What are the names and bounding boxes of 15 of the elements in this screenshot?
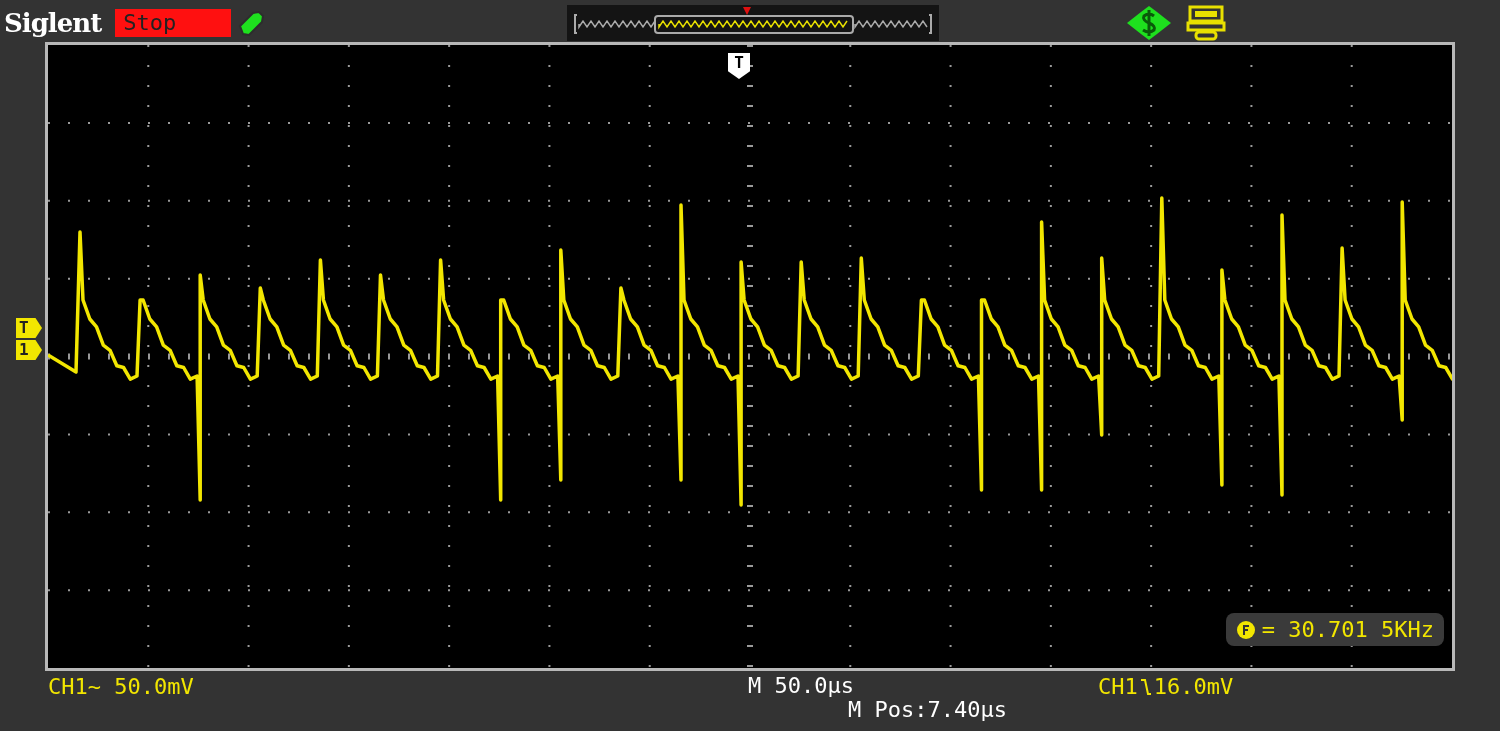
dollar-sign-icon bbox=[1126, 4, 1172, 41]
channel-marker: T bbox=[16, 318, 42, 338]
trigger-source: CH1 bbox=[1098, 674, 1138, 699]
channel-marker: 1 bbox=[16, 340, 42, 360]
falling-edge-icon bbox=[1139, 676, 1152, 697]
trigger-position-marker: T bbox=[728, 53, 750, 79]
frequency-value: = 30.701 5KHz bbox=[1261, 617, 1434, 642]
trigger-level: 16.0mV bbox=[1153, 674, 1234, 699]
brand-logo: Siglent bbox=[4, 7, 102, 38]
channel-scale: CH1~ 50.0mV bbox=[48, 674, 195, 699]
timebase-value: M 50.0µs bbox=[748, 674, 855, 698]
printer-icon bbox=[1186, 4, 1226, 41]
horizontal-position: M Pos:7.40µs bbox=[848, 698, 1008, 722]
frequency-counter-icon bbox=[1235, 619, 1256, 640]
run-state-label: Stop bbox=[115, 8, 232, 37]
